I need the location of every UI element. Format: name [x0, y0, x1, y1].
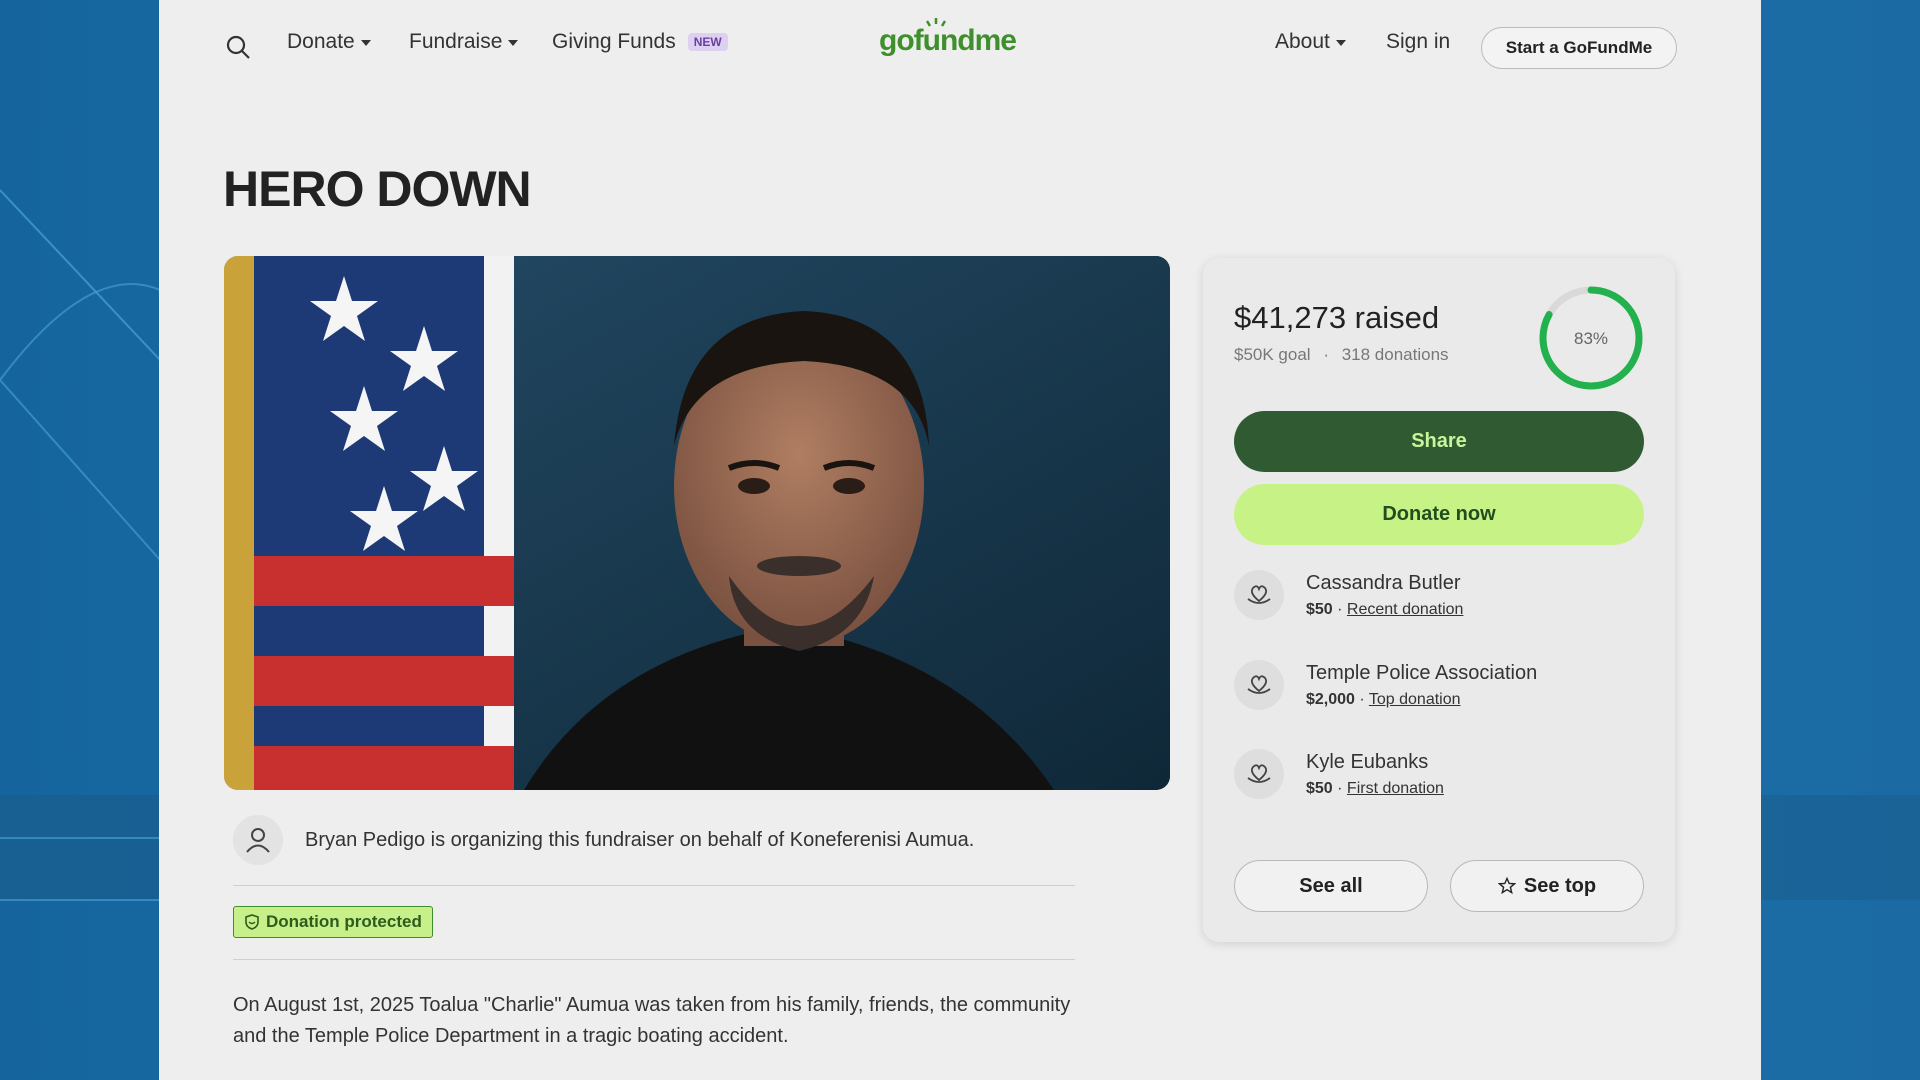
nav-fundraise-label: Fundraise: [409, 30, 503, 53]
donor-item: Cassandra Butler $50 · Recent donation: [1234, 570, 1463, 620]
logo-sun-icon: [925, 18, 947, 27]
star-icon: [1497, 877, 1516, 895]
officer-portrait-image: [224, 256, 1170, 790]
divider: [233, 959, 1075, 960]
raised-amount: $41,273 raised: [1234, 300, 1440, 335]
donor-tag-link[interactable]: Recent donation: [1347, 601, 1464, 618]
nav-donate-label: Donate: [287, 30, 355, 53]
share-button[interactable]: Share: [1234, 411, 1644, 472]
donation-count: 318 donations: [1341, 345, 1449, 364]
donation-protected-label: Donation protected: [266, 912, 422, 931]
donor-name: Cassandra Butler: [1306, 571, 1461, 594]
new-badge: NEW: [687, 33, 728, 51]
search-icon[interactable]: [225, 34, 251, 60]
see-top-button[interactable]: See top: [1450, 860, 1644, 912]
nav-sign-in[interactable]: Sign in: [1386, 30, 1450, 54]
progress-percent: 83%: [1574, 329, 1608, 348]
background-decoration-right: [1760, 795, 1920, 900]
donor-amount: $50: [1306, 600, 1333, 618]
donation-protected-badge[interactable]: Donation protected: [233, 906, 433, 938]
campaign-title: HERO DOWN: [223, 161, 532, 217]
nav-about[interactable]: About: [1275, 30, 1346, 54]
nav-fundraise[interactable]: Fundraise: [409, 30, 519, 54]
donate-now-button[interactable]: Donate now: [1234, 484, 1644, 545]
donor-tag-link[interactable]: First donation: [1347, 780, 1444, 797]
donor-item: Kyle Eubanks $50 · First donation: [1234, 749, 1444, 799]
donor-name: Temple Police Association: [1306, 661, 1538, 684]
background-decoration: [0, 189, 160, 901]
gofundme-page: Donate Fundraise Giving Funds NEW gofund…: [159, 0, 1761, 1080]
donor-amount-row: $50 · Recent donation: [1306, 600, 1464, 618]
donor-tag-link[interactable]: Top donation: [1369, 691, 1461, 708]
heart-hand-icon: [1234, 570, 1284, 620]
heart-hand-icon: [1234, 660, 1284, 710]
top-nav: Donate Fundraise Giving Funds NEW gofund…: [159, 0, 1761, 95]
nav-about-label: About: [1275, 30, 1330, 53]
chevron-down-icon: [508, 40, 519, 46]
organizer-row: Bryan Pedigo is organizing this fundrais…: [233, 815, 974, 865]
goal-summary: $50K goal · 318 donations: [1234, 345, 1449, 364]
nav-giving-funds[interactable]: Giving Funds NEW: [552, 30, 728, 54]
donor-amount-row: $50 · First donation: [1306, 779, 1444, 797]
progress-ring: 83%: [1539, 286, 1643, 390]
shield-icon: [245, 914, 259, 930]
donor-amount: $2,000: [1306, 690, 1355, 708]
campaign-photo[interactable]: [224, 256, 1170, 790]
organizer-text: Bryan Pedigo is organizing this fundrais…: [305, 828, 975, 851]
goal-amount: $50K goal: [1234, 345, 1311, 364]
nav-giving-funds-label: Giving Funds: [552, 30, 676, 53]
chevron-down-icon: [360, 40, 371, 46]
donor-item: Temple Police Association $2,000 · Top d…: [1234, 660, 1537, 710]
heart-hand-icon: [1234, 749, 1284, 799]
divider: [233, 885, 1075, 886]
campaign-story: On August 1st, 2025 Toalua "Charlie" Aum…: [233, 994, 1071, 1047]
chevron-down-icon: [1335, 40, 1346, 46]
see-all-button[interactable]: See all: [1234, 860, 1428, 912]
donation-card: $41,273 raised $50K goal · 318 donations…: [1203, 258, 1675, 942]
donor-amount-row: $2,000 · Top donation: [1306, 690, 1461, 708]
person-icon: [233, 815, 283, 865]
nav-donate[interactable]: Donate: [287, 30, 371, 54]
start-gofundme-button[interactable]: Start a GoFundMe: [1481, 27, 1677, 69]
donor-name: Kyle Eubanks: [1306, 750, 1429, 773]
donor-amount: $50: [1306, 779, 1333, 797]
see-top-label: See top: [1523, 874, 1597, 897]
